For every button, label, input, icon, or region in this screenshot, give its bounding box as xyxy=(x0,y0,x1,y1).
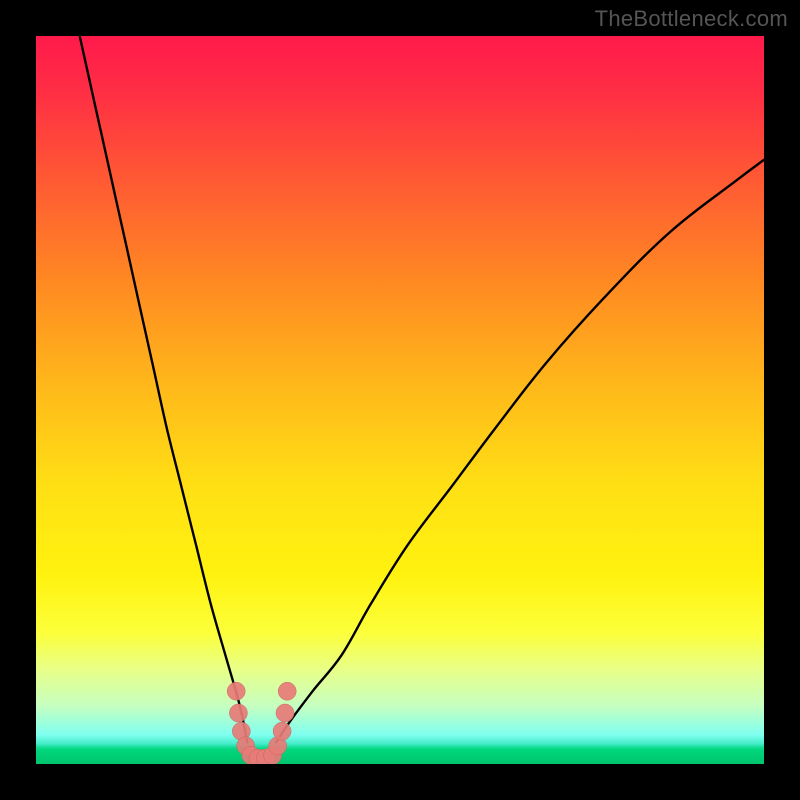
marker-cluster xyxy=(227,682,296,764)
chart-frame: TheBottleneck.com xyxy=(0,0,800,800)
marker-dot xyxy=(227,682,245,700)
marker-dot xyxy=(278,682,296,700)
plot-area xyxy=(36,36,764,764)
curve-svg xyxy=(36,36,764,764)
marker-dot xyxy=(276,704,294,722)
marker-dot xyxy=(229,704,247,722)
watermark-text: TheBottleneck.com xyxy=(595,6,788,32)
marker-dot xyxy=(273,722,291,740)
left-branch-line xyxy=(80,36,247,742)
right-branch-line xyxy=(276,160,764,742)
